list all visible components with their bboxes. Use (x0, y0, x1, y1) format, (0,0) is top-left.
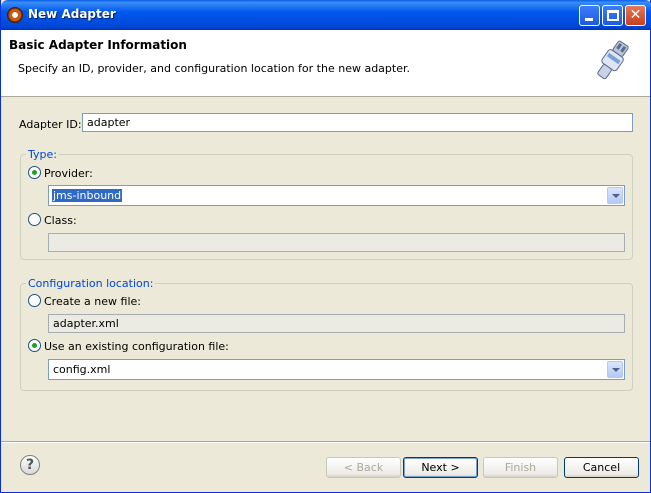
cancel-button[interactable]: Cancel (564, 457, 639, 478)
title-bar[interactable]: New Adapter ✕ (1, 0, 651, 30)
create-new-file-label: Create a new file: (44, 295, 141, 308)
class-label: Class: (44, 214, 77, 227)
existing-file-select[interactable]: config.xml (48, 359, 625, 380)
adapter-plug-icon (597, 40, 629, 80)
minimize-button[interactable] (579, 5, 600, 26)
next-button[interactable]: Next > (403, 457, 478, 478)
provider-select-value: jms-inbound (52, 189, 123, 202)
provider-radio[interactable] (28, 166, 41, 179)
new-adapter-dialog: New Adapter ✕ Basic Adapter Information … (0, 0, 651, 493)
finish-button[interactable]: Finish (483, 457, 558, 478)
chevron-down-icon[interactable] (607, 361, 623, 378)
close-icon: ✕ (629, 7, 642, 23)
eclipse-icon (7, 7, 23, 23)
maximize-button[interactable] (602, 5, 623, 26)
class-radio[interactable] (28, 213, 41, 226)
banner-title: Basic Adapter Information (9, 38, 187, 52)
button-bar-separator (1, 441, 650, 443)
new-file-input[interactable]: adapter.xml (48, 314, 625, 333)
adapter-id-label: Adapter ID: (19, 118, 82, 131)
type-group-label: Type: (26, 148, 59, 161)
close-button[interactable]: ✕ (625, 5, 646, 26)
wizard-banner: Basic Adapter Information Specify an ID,… (1, 30, 650, 97)
provider-select[interactable]: jms-inbound (48, 185, 625, 206)
back-button[interactable]: < Back (326, 457, 401, 478)
config-location-label: Configuration location: (26, 277, 156, 290)
create-new-file-radio[interactable] (28, 294, 41, 307)
existing-file-label: Use an existing configuration file: (44, 340, 229, 353)
minimize-icon (585, 18, 593, 21)
help-icon[interactable]: ? (20, 455, 40, 475)
window-title: New Adapter (28, 7, 116, 21)
existing-file-radio[interactable] (28, 339, 41, 352)
chevron-down-icon[interactable] (607, 187, 623, 204)
maximize-icon (607, 10, 619, 21)
class-input[interactable] (48, 233, 625, 252)
existing-file-select-value: config.xml (53, 363, 111, 376)
banner-description: Specify an ID, provider, and configurati… (18, 62, 410, 75)
adapter-id-input[interactable]: adapter (82, 113, 633, 132)
provider-label: Provider: (44, 167, 93, 180)
